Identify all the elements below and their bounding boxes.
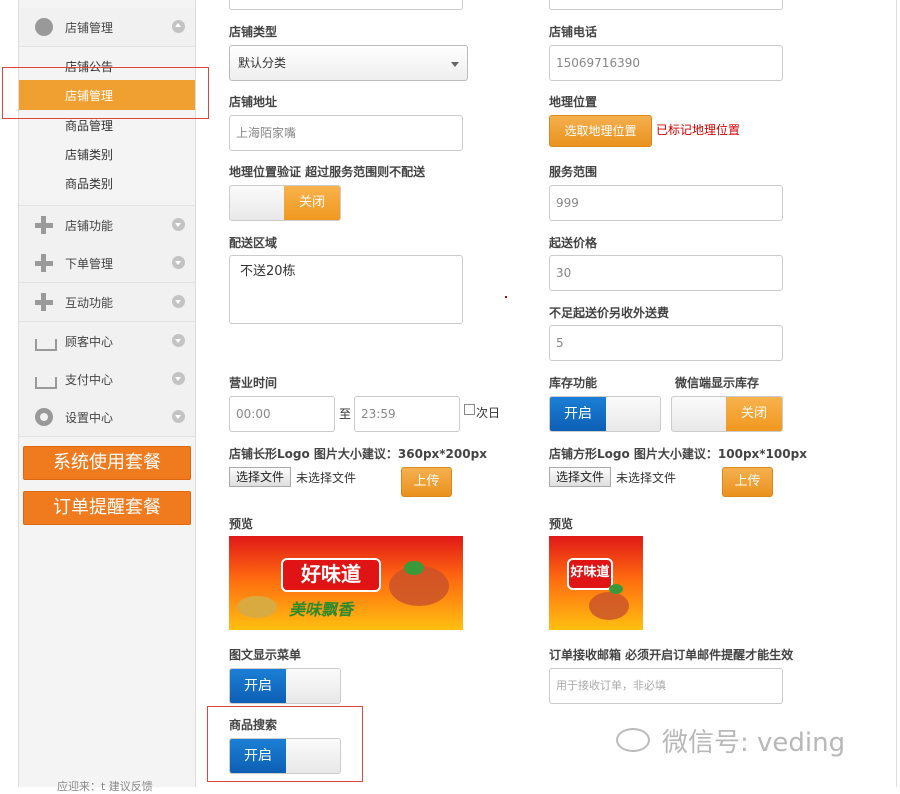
chevron-down-icon bbox=[172, 295, 185, 308]
food-image bbox=[237, 596, 277, 618]
menu-display-toggle[interactable]: 开启 bbox=[229, 668, 341, 704]
stock-label: 库存功能 bbox=[549, 376, 598, 390]
extra-fee-input[interactable]: 5 bbox=[549, 325, 783, 361]
geo-verify-toggle[interactable]: 关闭 bbox=[229, 185, 341, 221]
plus-icon bbox=[35, 254, 53, 272]
extra-fee-label: 不足起送价另收外送费 bbox=[549, 306, 670, 320]
address-label: 店铺地址 bbox=[229, 95, 278, 109]
food-image bbox=[404, 561, 424, 575]
hours-end-input[interactable]: 23:59 bbox=[354, 396, 460, 432]
service-range-input[interactable]: 999 bbox=[549, 185, 783, 221]
clipped-input-top-right[interactable] bbox=[549, 0, 783, 10]
choose-file-button-long[interactable]: 选择文件 bbox=[229, 467, 292, 487]
store-type-label: 店铺类型 bbox=[229, 25, 278, 39]
chevron-down-icon bbox=[172, 334, 185, 347]
sidebar-section-label: 店铺功能 bbox=[65, 219, 114, 233]
brand-slogan: 美味飘香 bbox=[289, 600, 354, 619]
system-package-button[interactable]: 系统使用套餐 bbox=[23, 446, 191, 480]
chevron-down-icon bbox=[172, 410, 185, 423]
delivery-area-textarea[interactable]: 不送20栋 bbox=[229, 255, 463, 324]
select-location-button[interactable]: 选取地理位置 bbox=[549, 115, 652, 147]
page-border bbox=[896, 0, 897, 787]
preview-label-long: 预览 bbox=[229, 517, 254, 531]
wechat-stock-toggle[interactable]: 关闭 bbox=[671, 396, 783, 432]
sidebar-section-label: 下单管理 bbox=[65, 257, 114, 271]
hours-to-text: 至 bbox=[339, 407, 352, 421]
stock-toggle[interactable]: 开启 bbox=[549, 396, 661, 432]
inbox-icon bbox=[35, 377, 57, 389]
sidebar-section-label: 互动功能 bbox=[65, 296, 114, 310]
geo-verify-label: 地理位置验证 超过服务范围则不配送 bbox=[229, 165, 426, 179]
clipped-input-top-left[interactable] bbox=[229, 0, 463, 10]
upload-button-square[interactable]: 上传 bbox=[722, 467, 773, 497]
chevron-up-icon bbox=[172, 20, 185, 33]
pie-chart-icon bbox=[35, 18, 53, 36]
highlight-box bbox=[2, 67, 209, 119]
min-price-input[interactable]: 30 bbox=[549, 255, 783, 291]
square-logo-preview: 好味道 bbox=[549, 536, 643, 630]
sidebar-section-label: 设置中心 bbox=[65, 411, 114, 425]
upload-button-long[interactable]: 上传 bbox=[401, 467, 452, 497]
address-input[interactable]: 上海陌家嘴 bbox=[229, 115, 463, 151]
inbox-icon bbox=[35, 339, 57, 351]
plus-icon bbox=[35, 216, 53, 234]
min-price-label: 起送价格 bbox=[549, 236, 598, 250]
sidebar-section-payment[interactable]: 支付中心 bbox=[19, 360, 195, 399]
toggle-off-label: 关闭 bbox=[284, 186, 340, 220]
sidebar-section-label: 支付中心 bbox=[65, 373, 114, 387]
watermark-text: 微信号: veding bbox=[662, 728, 846, 758]
sidebar-section-store-function[interactable]: 店铺功能 bbox=[19, 205, 195, 245]
chevron-down-icon bbox=[172, 372, 185, 385]
sidebar-section-store[interactable]: 店铺管理 bbox=[19, 8, 195, 47]
wechat-stock-label: 微信端显示库存 bbox=[675, 376, 760, 390]
store-phone-input[interactable]: 15069716390 bbox=[549, 45, 783, 81]
brand-badge: 好味道 bbox=[281, 558, 381, 592]
brand-badge: 好味道 bbox=[567, 558, 613, 590]
geo-status-text: 已标记地理位置 bbox=[656, 123, 741, 137]
next-day-label: 次日 bbox=[476, 406, 501, 420]
logo-square-label: 店铺方形Logo 图片大小建议：100px*100px bbox=[549, 447, 807, 461]
gear-icon bbox=[35, 408, 53, 426]
wechat-icon bbox=[616, 728, 650, 752]
sidebar-section-interact[interactable]: 互动功能 bbox=[19, 283, 195, 322]
preview-label-square: 预览 bbox=[549, 517, 574, 531]
long-logo-preview: 好味道 美味飘香 bbox=[229, 536, 463, 630]
hours-start-input[interactable]: 00:00 bbox=[229, 396, 335, 432]
toggle-off-label: 关闭 bbox=[726, 397, 782, 431]
delivery-area-label: 配送区域 bbox=[229, 236, 278, 250]
sidebar-section-order[interactable]: 下单管理 bbox=[19, 244, 195, 283]
store-type-select[interactable]: 默认分类 bbox=[229, 45, 468, 81]
sidebar-section-settings[interactable]: 设置中心 bbox=[19, 398, 195, 437]
email-label: 订单接收邮箱 必须开启订单邮件提醒才能生效 bbox=[549, 648, 794, 662]
service-range-label: 服务范围 bbox=[549, 165, 598, 179]
chevron-down-icon bbox=[172, 218, 185, 231]
sidebar-item-goods-category[interactable]: 商品类别 bbox=[65, 175, 113, 192]
menu-display-label: 图文显示菜单 bbox=[229, 648, 302, 662]
logo-long-label: 店铺长形Logo 图片大小建议：360px*200px bbox=[229, 447, 487, 461]
store-phone-label: 店铺电话 bbox=[549, 25, 598, 39]
sidebar-section-label: 顾客中心 bbox=[65, 335, 114, 349]
sidebar-section-customer[interactable]: 顾客中心 bbox=[19, 322, 195, 361]
food-image bbox=[589, 592, 629, 620]
hours-label: 营业时间 bbox=[229, 376, 278, 390]
sidebar-item-store-category[interactable]: 店铺类别 bbox=[65, 146, 113, 163]
sidebar-item-goods-manage[interactable]: 商品管理 bbox=[65, 117, 113, 134]
order-reminder-package-button[interactable]: 订单提醒套餐 bbox=[23, 491, 191, 525]
stray-dot bbox=[505, 296, 507, 298]
toggle-on-label: 开启 bbox=[550, 397, 606, 431]
sidebar-footer: 应迎来：t 建议反馈 bbox=[57, 780, 153, 793]
no-file-text-long: 未选择文件 bbox=[296, 471, 357, 485]
email-input[interactable]: 用于接收订单，非必填 bbox=[549, 668, 783, 704]
plus-icon bbox=[35, 293, 53, 311]
no-file-text-square: 未选择文件 bbox=[616, 471, 677, 485]
toggle-on-label: 开启 bbox=[230, 669, 286, 703]
food-image bbox=[609, 584, 623, 594]
sidebar-section-label: 店铺管理 bbox=[65, 21, 114, 35]
highlight-box bbox=[207, 706, 363, 782]
geo-label: 地理位置 bbox=[549, 95, 598, 109]
next-day-checkbox[interactable] bbox=[464, 404, 475, 415]
chevron-down-icon bbox=[172, 256, 185, 269]
choose-file-button-square[interactable]: 选择文件 bbox=[549, 467, 612, 487]
